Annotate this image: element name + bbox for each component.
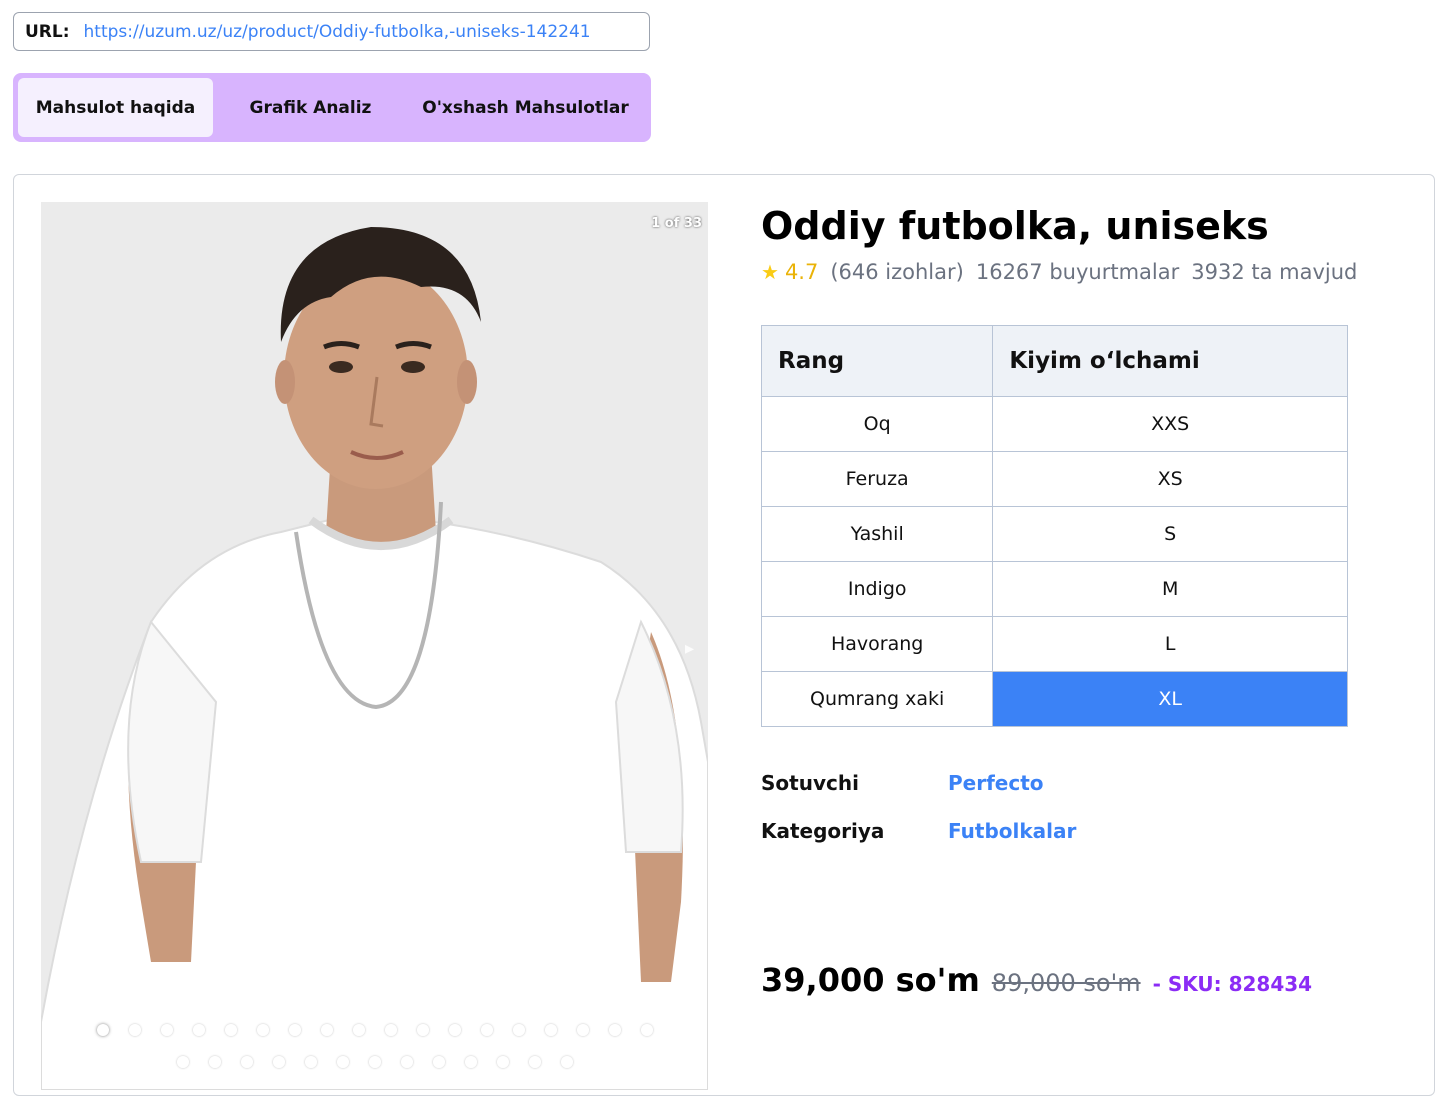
table-row: Qumrang xaki XL [760,671,1348,727]
color-option[interactable]: Havorang [760,616,994,672]
size-option[interactable]: M [992,561,1348,617]
category-link[interactable]: Futbolkalar [948,819,1076,843]
gallery-dot[interactable] [272,1056,285,1068]
size-option[interactable]: XXS [992,396,1348,452]
category-row: Kategoriya Futbolkalar [761,807,1076,855]
color-option[interactable]: Indigo [760,561,994,617]
size-option[interactable]: S [992,506,1348,562]
url-label: URL: [25,21,70,42]
gallery-dot[interactable] [608,1024,621,1036]
gallery-dot[interactable] [528,1056,541,1068]
seller-label: Sotuvchi [761,771,859,795]
gallery-dot[interactable] [224,1024,237,1036]
gallery-dot[interactable] [288,1024,301,1036]
gallery-dot[interactable] [128,1024,141,1036]
current-price: 39,000 so'm [761,961,980,999]
gallery-dot[interactable] [304,1056,317,1068]
table-row: Indigo M [760,561,1348,617]
color-option[interactable]: Yashil [760,506,994,562]
gallery-dot[interactable] [448,1024,461,1036]
tab-product-info[interactable]: Mahsulot haqida [18,78,213,137]
image-counter: 1 of 33 [651,216,702,231]
gallery-dot[interactable] [368,1056,381,1068]
color-option[interactable]: Qumrang xaki [760,671,994,727]
gallery-dot[interactable] [256,1024,269,1036]
table-row: Yashil S [760,506,1348,562]
gallery-dot[interactable] [96,1024,109,1036]
seller-row: Sotuvchi Perfecto [761,759,1076,807]
gallery-dot[interactable] [240,1056,253,1068]
table-row: Feruza XS [760,451,1348,507]
category-label: Kategoriya [761,819,885,843]
gallery-dot[interactable] [560,1056,573,1068]
product-meta: ★ 4.7 (646 izohlar) 16267 buyurtmalar 39… [761,260,1401,284]
gallery-dot[interactable] [432,1056,445,1068]
tab-similar-products[interactable]: O'xshash Mahsulotlar [408,78,643,137]
stock-count: 3932 ta mavjud [1191,260,1358,284]
header-color: Rang [760,325,994,397]
product-photo [41,202,708,1090]
gallery-dot[interactable] [480,1024,493,1036]
old-price: 89,000 so'm [991,969,1141,997]
gallery-dot[interactable] [576,1024,589,1036]
gallery-dot[interactable] [512,1024,525,1036]
gallery-dot[interactable] [320,1024,333,1036]
url-bar: URL: https://uzum.uz/uz/product/Oddiy-fu… [13,12,650,51]
gallery-dot[interactable] [192,1024,205,1036]
gallery-dot[interactable] [464,1056,477,1068]
product-info: Oddiy futbolka, uniseks ★ 4.7 (646 izohl… [761,202,1401,284]
tab-bar: Mahsulot haqida Grafik Analiz O'xshash M… [13,73,651,142]
gallery-dots-row-2 [41,1056,708,1068]
tab-chart-analysis[interactable]: Grafik Analiz [213,78,408,137]
seller-link[interactable]: Perfecto [948,771,1044,795]
table-row: Havorang L [760,616,1348,672]
rating-value: 4.7 [784,260,819,284]
gallery-dot[interactable] [400,1056,413,1068]
color-option[interactable]: Oq [760,396,994,452]
review-count[interactable]: (646 izohlar) [830,260,964,284]
gallery-dot[interactable] [640,1024,653,1036]
sku-label: - SKU: 828434 [1152,972,1313,996]
product-title: Oddiy futbolka, uniseks [761,204,1269,248]
gallery-dot[interactable] [496,1056,509,1068]
header-size: Kiyim o‘lchami [992,325,1348,397]
gallery-dot[interactable] [336,1056,349,1068]
product-card: 1 of 33 ▸ Oddiy futbolka, uniseks ★ 4.7 … [13,174,1435,1096]
gallery-dot[interactable] [352,1024,365,1036]
star-icon: ★ [761,260,779,284]
gallery-dot[interactable] [160,1024,173,1036]
gallery-dot[interactable] [416,1024,429,1036]
gallery-dot[interactable] [208,1056,221,1068]
product-attributes: Sotuvchi Perfecto Kategoriya Futbolkalar [761,759,1076,855]
image-gallery[interactable]: 1 of 33 ▸ [41,202,708,1090]
size-option-selected[interactable]: XL [992,671,1348,727]
price-row: 39,000 so'm 89,000 so'm - SKU: 828434 [761,961,1312,999]
size-option[interactable]: L [992,616,1348,672]
gallery-dot[interactable] [384,1024,397,1036]
order-count: 16267 buyurtmalar [975,260,1180,284]
gallery-dots-row-1 [41,1024,708,1036]
chevron-right-icon[interactable]: ▸ [685,638,694,659]
color-option[interactable]: Feruza [760,451,994,507]
variants-table: Rang Kiyim o‘lchami Oq XXS Feruza XS Yas… [760,325,1348,727]
table-row: Oq XXS [760,396,1348,452]
gallery-dot[interactable] [544,1024,557,1036]
size-option[interactable]: XS [992,451,1348,507]
url-link[interactable]: https://uzum.uz/uz/product/Oddiy-futbolk… [84,22,591,42]
gallery-dot[interactable] [176,1056,189,1068]
